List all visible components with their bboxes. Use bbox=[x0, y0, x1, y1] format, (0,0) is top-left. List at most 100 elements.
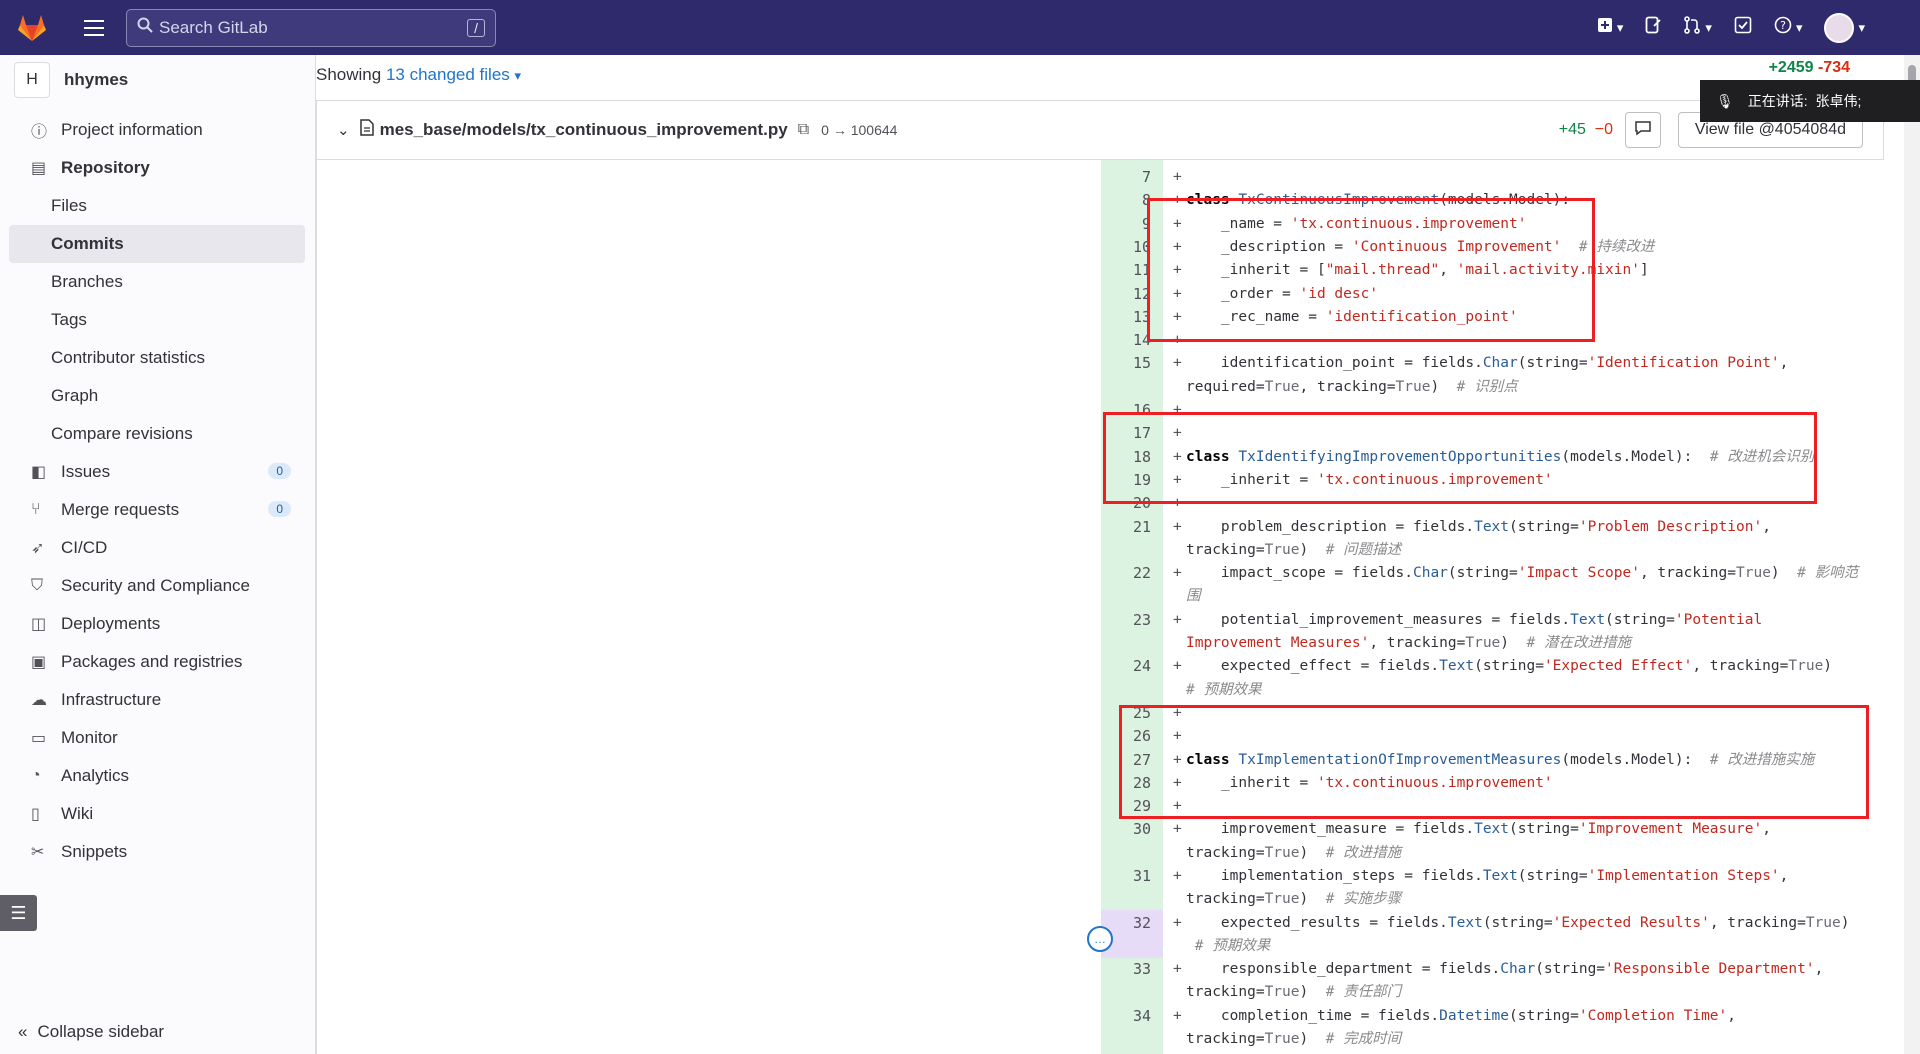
added-line-marker: + bbox=[1173, 658, 1182, 675]
code-text: potential_improvement_measures = fields.… bbox=[1186, 611, 1763, 651]
main-content: Showing 13 changed files ▾ +2459 -734 ⌄ … bbox=[316, 55, 1920, 1054]
chevron-down-icon: ▾ bbox=[1795, 19, 1803, 35]
line-number[interactable]: 24 bbox=[1101, 655, 1151, 678]
line-number[interactable]: 7 bbox=[1101, 166, 1151, 189]
line-number[interactable]: 10 bbox=[1101, 236, 1151, 259]
issues-button[interactable] bbox=[1645, 16, 1662, 40]
file-additions: +45 bbox=[1558, 121, 1586, 138]
line-number[interactable]: 22 bbox=[1101, 562, 1151, 585]
diff-line: 31 + implementation_steps = fields.Text(s… bbox=[1101, 865, 1884, 912]
changed-files-dropdown[interactable]: 13 changed files bbox=[386, 65, 510, 84]
collapse-file-chevron-icon[interactable]: ⌄ bbox=[337, 121, 350, 139]
diff-line: 22 + impact_scope = fields.Char(string='I… bbox=[1101, 562, 1884, 609]
comment-icon bbox=[1634, 120, 1652, 141]
sidebar-item-ci-cd[interactable]: ➶ CI/CD bbox=[9, 529, 305, 567]
merge-requests-dropdown[interactable]: ▾ bbox=[1683, 15, 1712, 40]
sidebar-item-wiki[interactable]: ▯ Wiki bbox=[9, 795, 305, 833]
line-number[interactable]: 23 bbox=[1101, 609, 1151, 632]
book-icon: ▯ bbox=[31, 806, 40, 823]
sidebar-item-commits[interactable]: Commits bbox=[9, 225, 305, 263]
line-number[interactable]: 13 bbox=[1101, 306, 1151, 329]
line-number[interactable]: 14 bbox=[1101, 329, 1151, 352]
line-number[interactable]: 21 bbox=[1101, 516, 1151, 539]
comment-toggle-button[interactable] bbox=[1625, 112, 1661, 148]
issues-icon: ◧ bbox=[31, 464, 47, 481]
issues-icon bbox=[1645, 16, 1662, 40]
line-number[interactable]: 15 bbox=[1101, 352, 1151, 375]
diff-totals: +2459 -734 bbox=[1769, 59, 1850, 77]
copy-path-icon[interactable]: ⧉ bbox=[798, 121, 809, 139]
line-number[interactable]: 31 bbox=[1101, 865, 1151, 888]
search-input[interactable]: Search GitLab / bbox=[126, 8, 496, 47]
sidebar-item-snippets[interactable]: ✂ Snippets bbox=[9, 833, 305, 871]
sidebar-item-files[interactable]: Files bbox=[9, 187, 305, 225]
sidebar-item-monitor[interactable]: ▭ Monitor bbox=[9, 719, 305, 757]
sidebar-item-tags[interactable]: Tags bbox=[9, 301, 305, 339]
gitlab-logo-icon[interactable] bbox=[12, 8, 52, 48]
added-line-marker: + bbox=[1173, 1007, 1182, 1024]
added-line-marker: + bbox=[1173, 169, 1182, 185]
sidebar-item-deployments[interactable]: ◫ Deployments bbox=[9, 605, 305, 643]
diff-line: 34 + completion_time = fields.Datetime(st… bbox=[1101, 1005, 1884, 1052]
sidebar-item-packages-and-registries[interactable]: ▣ Packages and registries bbox=[9, 643, 305, 681]
search-placeholder: Search GitLab bbox=[159, 17, 268, 37]
menu-hamburger-icon[interactable] bbox=[76, 10, 112, 46]
added-line-marker: + bbox=[1173, 611, 1182, 628]
new-item-dropdown[interactable]: ▾ bbox=[1597, 16, 1623, 39]
highlight-box-class-2 bbox=[1103, 412, 1817, 504]
user-menu-dropdown[interactable]: ▾ bbox=[1824, 12, 1865, 43]
line-number[interactable]: 9 bbox=[1101, 213, 1151, 236]
list-toggle-icon[interactable]: ☰ bbox=[0, 895, 37, 931]
todo-checkbox-icon bbox=[1734, 16, 1752, 40]
chevron-down-icon: ▾ bbox=[514, 68, 522, 83]
line-number[interactable]: 8 bbox=[1101, 189, 1151, 212]
sidebar-item-infrastructure[interactable]: ☁ Infrastructure bbox=[9, 681, 305, 719]
todos-button[interactable] bbox=[1734, 16, 1752, 40]
sidebar-item-repository[interactable]: ▤ Repository bbox=[9, 149, 305, 187]
diff-left-pane-empty bbox=[317, 160, 1101, 1054]
user-avatar bbox=[1824, 12, 1855, 43]
file-header: ⌄ mes_base/models/tx_continuous_improvem… bbox=[316, 100, 1884, 160]
sidebar-item-project-information[interactable]: ⓘ Project information bbox=[9, 111, 305, 149]
sidebar-item-branches[interactable]: Branches bbox=[9, 263, 305, 301]
file-path[interactable]: mes_base/models/tx_continuous_improvemen… bbox=[380, 120, 788, 140]
top-navbar: Search GitLab / ▾ ▾ ? ▾ ▾ bbox=[0, 0, 1920, 55]
sidebar-item-issues[interactable]: ◧ Issues 0 bbox=[9, 453, 305, 491]
diff-right-pane: 7 +8 + class TxContinuousImprovement(models… bbox=[1087, 160, 1884, 1054]
added-line-marker: + bbox=[1173, 914, 1182, 931]
sidebar-item-contributor-statistics[interactable]: Contributor statistics bbox=[9, 339, 305, 377]
code-text: responsible_department = fields.Char(str… bbox=[1186, 961, 1824, 1001]
line-number[interactable]: 32 bbox=[1101, 912, 1151, 935]
diff-summary: Showing 13 changed files ▾ bbox=[316, 65, 522, 84]
line-number[interactable]: 11 bbox=[1101, 259, 1151, 282]
diff-line: 23 + potential_improvement_measures = fie… bbox=[1101, 609, 1884, 656]
added-line-marker: + bbox=[1173, 821, 1182, 838]
collapse-sidebar-button[interactable]: « Collapse sidebar bbox=[18, 1022, 164, 1042]
search-icon bbox=[137, 17, 153, 38]
sidebar-item-security-and-compliance[interactable]: ⛉ Security and Compliance bbox=[9, 567, 305, 605]
sidebar-nav: ⓘ Project information ▤ Repository Files… bbox=[0, 111, 315, 871]
chart-icon: ◔ bbox=[31, 767, 41, 784]
help-dropdown[interactable]: ? ▾ bbox=[1774, 16, 1803, 40]
sidebar-item-merge-requests[interactable]: ⑂ Merge requests 0 bbox=[9, 491, 305, 529]
line-number[interactable]: 34 bbox=[1101, 1005, 1151, 1028]
issues-count-badge: 0 bbox=[268, 463, 291, 479]
code-text: completion_time = fields.Datetime(string… bbox=[1186, 1007, 1736, 1048]
package-icon: ▣ bbox=[31, 654, 47, 671]
speaking-overlay: 🎙 正在讲话: 张卓伟; bbox=[1700, 80, 1920, 122]
line-number[interactable]: 12 bbox=[1101, 283, 1151, 306]
total-deletions: -734 bbox=[1817, 59, 1850, 76]
info-icon: ⓘ bbox=[31, 124, 48, 141]
project-avatar: H bbox=[14, 62, 50, 98]
sidebar-item-analytics[interactable]: ◔ Analytics bbox=[9, 757, 305, 795]
sidebar-item-compare-revisions[interactable]: Compare revisions bbox=[9, 415, 305, 453]
sidebar-project[interactable]: H hhymes bbox=[0, 55, 315, 105]
page-scrollbar[interactable] bbox=[1904, 55, 1920, 1054]
sidebar-item-graph[interactable]: Graph bbox=[9, 377, 305, 415]
diff-line: 15 + identification_point = fields.Char(s… bbox=[1101, 352, 1884, 399]
line-number[interactable]: 30 bbox=[1101, 818, 1151, 841]
line-number[interactable]: 33 bbox=[1101, 958, 1151, 981]
search-shortcut: / bbox=[467, 18, 485, 37]
file-deletions: −0 bbox=[1594, 121, 1613, 138]
diff-line: 21 + problem_description = fields.Text(st… bbox=[1101, 516, 1884, 563]
